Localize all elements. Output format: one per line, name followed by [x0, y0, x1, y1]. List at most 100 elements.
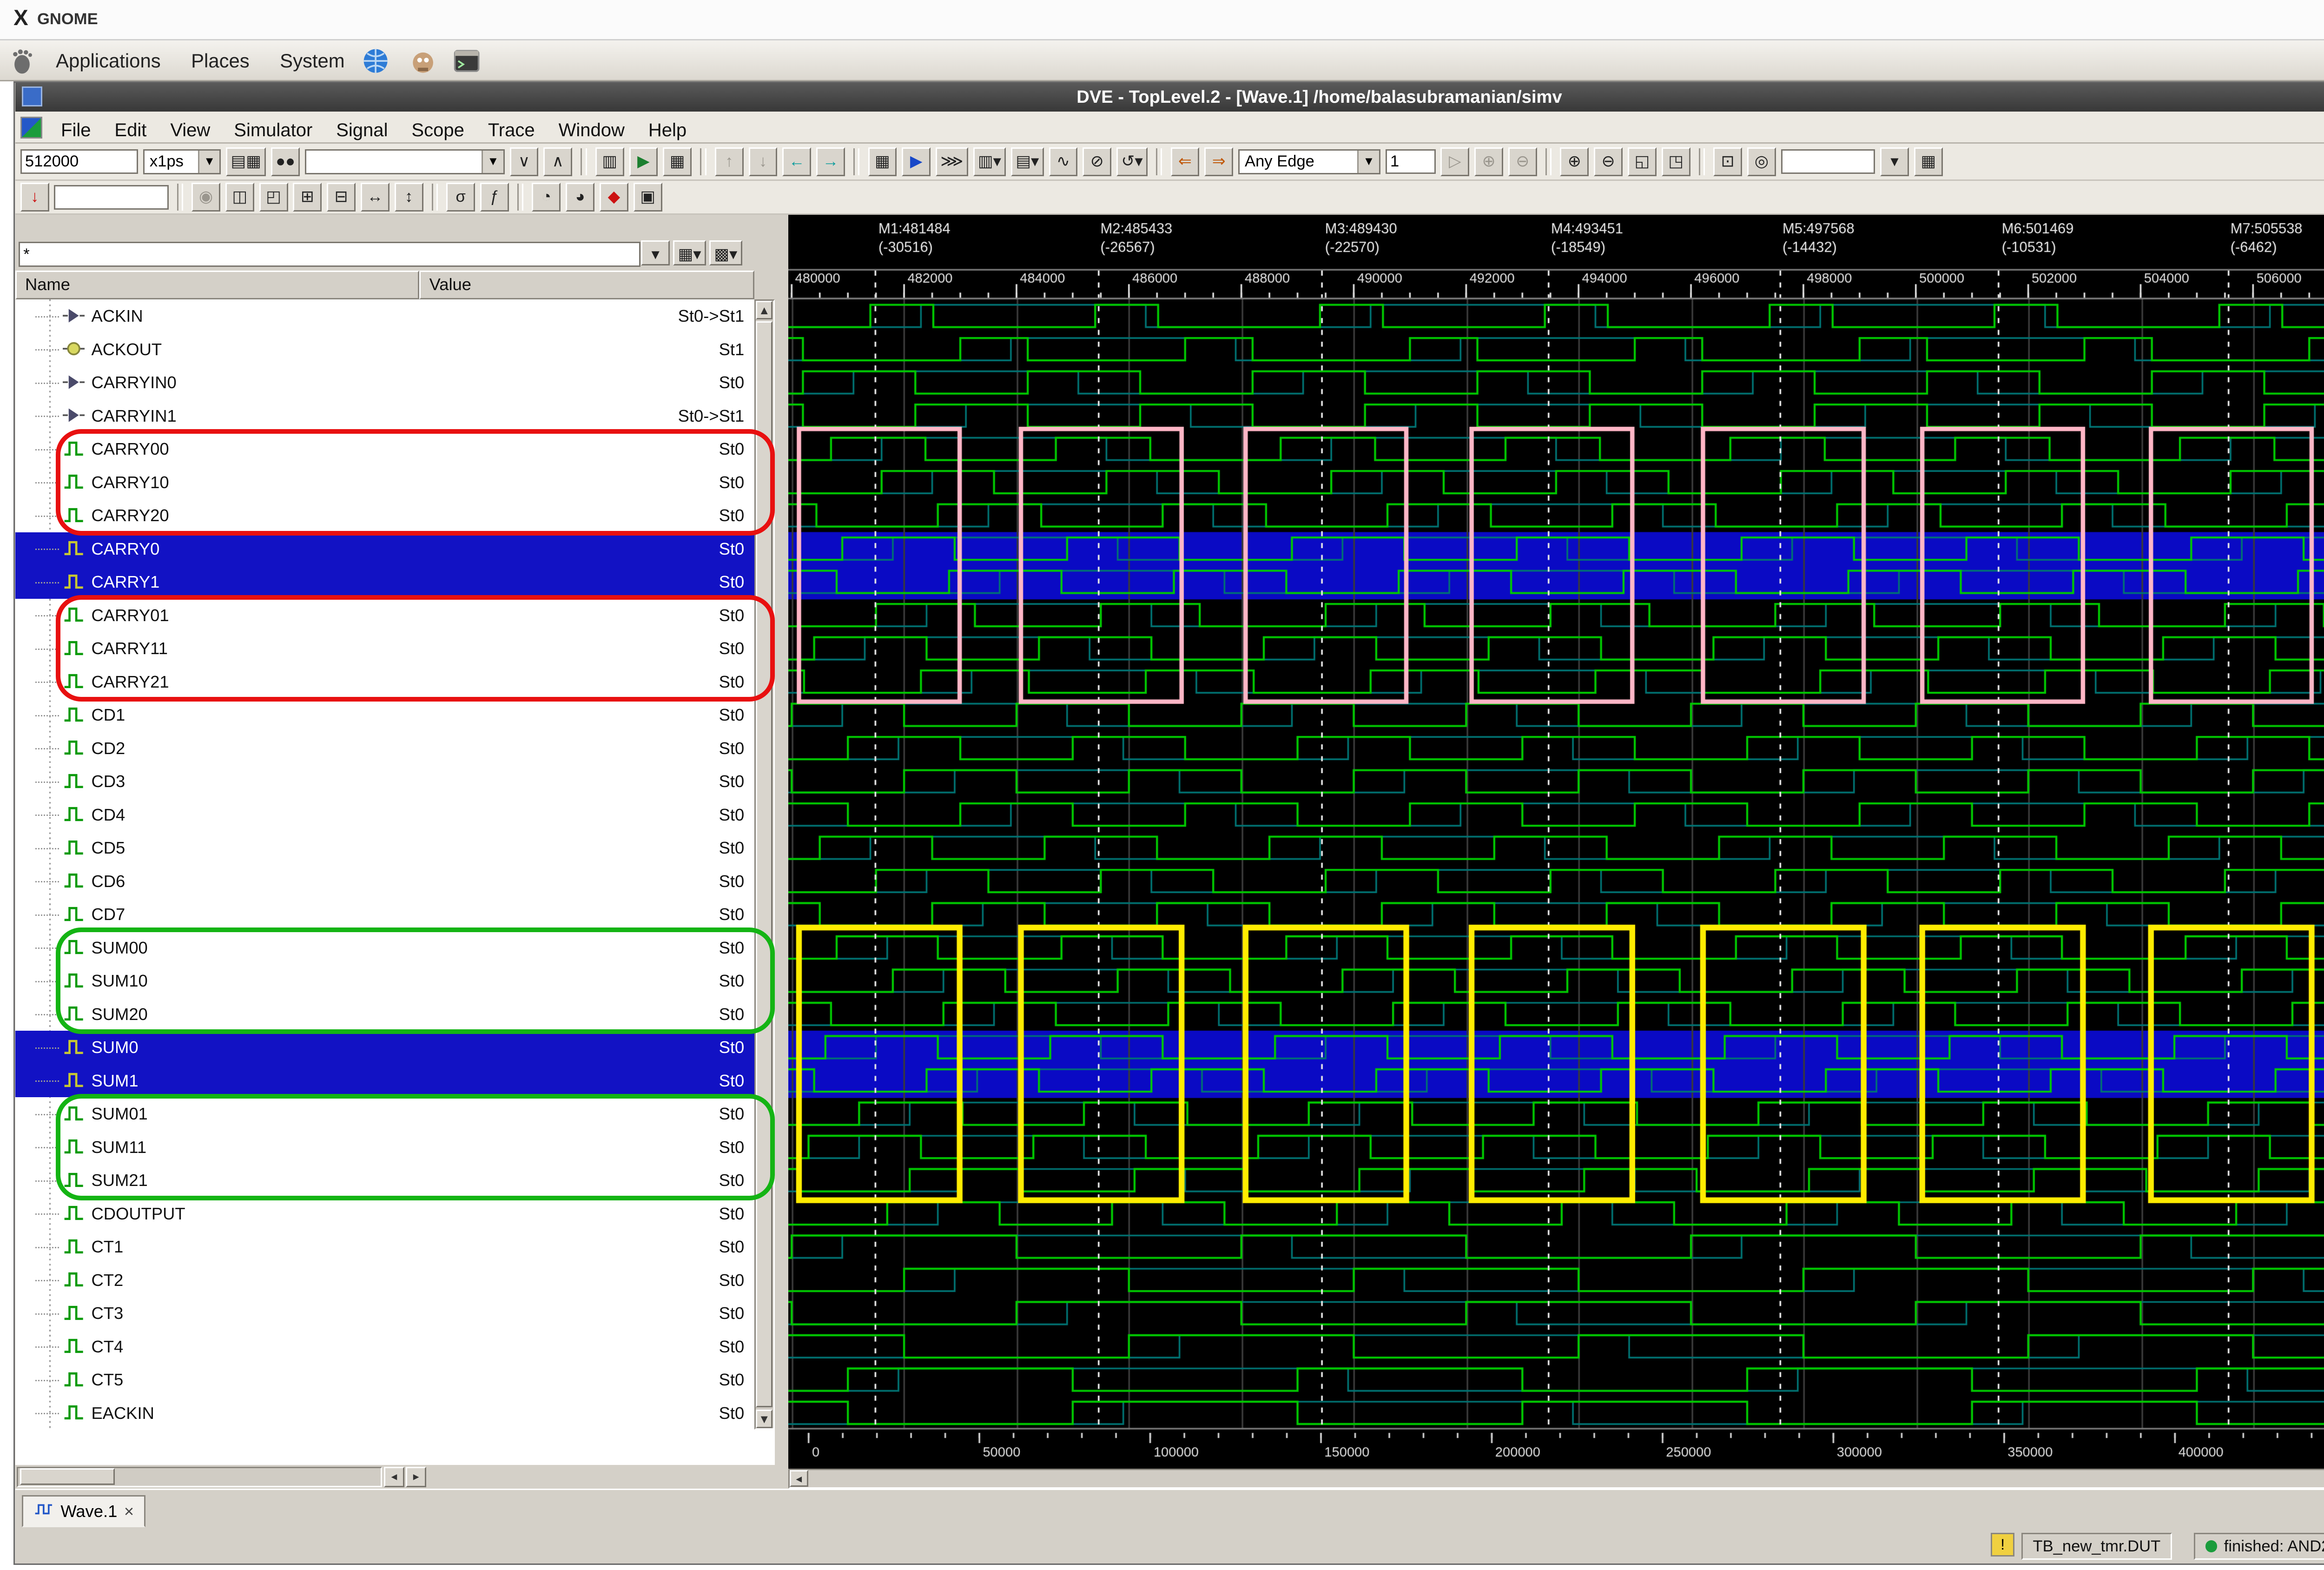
new-group-icon[interactable]: ◰	[259, 183, 288, 212]
zoom-menu-icon[interactable]: ▾	[1880, 147, 1909, 176]
window-titlebar[interactable]: DVE - TopLevel.2 - [Wave.1] /home/balasu…	[15, 83, 2324, 112]
layout-icon[interactable]: ▦	[1914, 147, 1943, 176]
signal-row-sum21[interactable]: SUM21St0	[15, 1164, 754, 1197]
signal-row-sum00[interactable]: SUM00St0	[15, 931, 754, 964]
signal-row-ct3[interactable]: CT3St0	[15, 1297, 754, 1330]
signal-search-input[interactable]	[19, 242, 640, 266]
signal-row-cd7[interactable]: CD7St0	[15, 898, 754, 931]
signal-row-eackin[interactable]: EACKINSt0	[15, 1397, 754, 1430]
signal-row-sum1[interactable]: SUM1St0	[15, 1064, 754, 1097]
wave-scroll-left-icon[interactable]: ◂	[790, 1470, 808, 1487]
grid-icon[interactable]: ▦	[663, 147, 692, 176]
add-signal-icon[interactable]: ↓	[20, 183, 49, 212]
zoom-in-icon[interactable]: ⊕	[1560, 147, 1589, 176]
signal-filter-input[interactable]	[54, 185, 168, 210]
expression-icon[interactable]: σ	[446, 183, 475, 212]
name-hscroll-thumb[interactable]	[20, 1468, 115, 1485]
signal-row-cd2[interactable]: CD2St0	[15, 732, 754, 765]
signal-row-ct2[interactable]: CT2St0	[15, 1264, 754, 1297]
signal-row-sum10[interactable]: SUM10St0	[15, 964, 754, 997]
menu-signal[interactable]: Signal	[324, 114, 400, 146]
search-combo-arrow-icon[interactable]: ▼	[482, 151, 503, 173]
group-mode-icon[interactable]: ▦▾	[673, 240, 706, 266]
terminal-icon[interactable]	[453, 47, 480, 81]
analog-overlay-icon[interactable]: ∿	[1049, 147, 1078, 176]
zoom-selection-icon[interactable]: ⊡	[1713, 147, 1742, 176]
time-unit-select-arrow-icon[interactable]: ▼	[198, 151, 220, 173]
gnome-menu-applications[interactable]: Applications	[40, 40, 176, 81]
expand-time-icon[interactable]: ↔	[361, 183, 390, 212]
time-value-input[interactable]	[20, 149, 138, 174]
signal-row-cd5[interactable]: CD5St0	[15, 831, 754, 864]
waveform-canvas[interactable]	[788, 215, 2324, 1469]
menu-scope[interactable]: Scope	[400, 114, 476, 146]
name-scroll-right-icon[interactable]: ▸	[406, 1467, 426, 1487]
zoom-fit-icon[interactable]: ◱	[1628, 147, 1657, 176]
time-shift-icon[interactable]: ◔	[532, 183, 561, 212]
column-header-value[interactable]: Value	[419, 271, 754, 299]
time-unit-select[interactable]: x1ps▼	[143, 149, 221, 175]
back-icon[interactable]: ←	[782, 147, 811, 176]
signal-row-carryin1[interactable]: CARRYIN1St0->St1	[15, 399, 754, 432]
panel-splitter[interactable]	[775, 215, 788, 1489]
signal-row-cd6[interactable]: CD6St0	[15, 865, 754, 898]
name-hscrollbar[interactable]	[17, 1467, 382, 1487]
tab-wave1[interactable]: Wave.1 ×	[22, 1495, 145, 1527]
prev-edge-icon[interactable]: ⇐	[1171, 147, 1200, 176]
menu-view[interactable]: View	[158, 114, 222, 146]
gnome-foot-icon[interactable]	[10, 47, 34, 81]
signal-row-carry11[interactable]: CARRY11St0	[15, 632, 754, 665]
collapse-icon[interactable]: ⊟	[327, 183, 356, 212]
signal-row-cd1[interactable]: CD1St0	[15, 698, 754, 731]
column-header-name[interactable]: Name	[15, 271, 420, 299]
filter-history-icon[interactable]: ▾	[641, 240, 670, 266]
zoom-value-input[interactable]	[1781, 149, 1875, 174]
menu-simulator[interactable]: Simulator	[222, 114, 324, 146]
expand-rows-icon[interactable]: ↕	[395, 183, 423, 212]
bookmark-icon[interactable]: ◆	[600, 183, 628, 212]
run-icon[interactable]: ▶	[902, 147, 931, 176]
forward-icon[interactable]: →	[816, 147, 845, 176]
name-scroll-left-icon[interactable]: ◂	[384, 1467, 404, 1487]
scroll-thumb[interactable]	[756, 321, 772, 1407]
time-align-icon[interactable]: ◕	[566, 183, 594, 212]
signal-row-ct5[interactable]: CT5St0	[15, 1363, 754, 1396]
signal-row-carry0[interactable]: CARRY0St0	[15, 532, 754, 565]
edge-count-input[interactable]	[1386, 149, 1436, 174]
play-icon[interactable]: ▶	[629, 147, 658, 176]
wave-view-icon[interactable]: ▦	[868, 147, 897, 176]
signal-row-sum0[interactable]: SUM0St0	[15, 1031, 754, 1064]
signal-row-ackout[interactable]: ACKOUTSt1	[15, 333, 754, 366]
scope-cell[interactable]: TB_new_tmr.DUT	[2021, 1533, 2172, 1560]
gnome-menu-system[interactable]: System	[264, 40, 360, 81]
schematic-menu-icon[interactable]: ▤▾	[1011, 147, 1044, 176]
signal-row-carryin0[interactable]: CARRYIN0St0	[15, 366, 754, 399]
function-icon[interactable]: ƒ	[480, 183, 509, 212]
menu-help[interactable]: Help	[636, 114, 698, 146]
zoom-range-icon[interactable]: ◳	[1662, 147, 1690, 176]
options-icon[interactable]: ▣	[634, 183, 662, 212]
group-icon[interactable]: ◫	[225, 183, 254, 212]
copy-wave-icon[interactable]: ▥	[595, 147, 624, 176]
gimp-icon[interactable]	[409, 47, 436, 81]
menu-edit[interactable]: Edit	[103, 114, 158, 146]
color-mode-icon[interactable]: ▩▾	[709, 240, 742, 266]
signal-row-cd3[interactable]: CD3St0	[15, 765, 754, 798]
menu-file[interactable]: File	[49, 114, 103, 146]
scroll-up-icon[interactable]: ▲	[756, 301, 772, 319]
next-edge-icon[interactable]: ⇒	[1204, 147, 1233, 176]
signal-row-carry20[interactable]: CARRY20St0	[15, 499, 754, 532]
search-prev-icon[interactable]: ∧	[543, 147, 572, 176]
run-fast-icon[interactable]: ⋙	[936, 147, 968, 176]
signal-row-sum20[interactable]: SUM20St0	[15, 998, 754, 1031]
signal-row-ackin[interactable]: ACKINSt0->St1	[15, 299, 754, 332]
signal-list-vscrollbar[interactable]: ▲ ▼	[754, 299, 775, 1430]
expand-icon[interactable]: ⊞	[293, 183, 322, 212]
tab-close-icon[interactable]: ×	[124, 1502, 134, 1521]
signal-row-cdoutput[interactable]: CDOUTPUTSt0	[15, 1197, 754, 1230]
history-menu-icon[interactable]: ↺▾	[1116, 147, 1148, 176]
reload-databases-icon[interactable]: ▤▦	[226, 147, 266, 176]
menu-trace[interactable]: Trace	[476, 114, 547, 146]
menu-window[interactable]: Window	[547, 114, 636, 146]
signal-row-carry10[interactable]: CARRY10St0	[15, 466, 754, 499]
